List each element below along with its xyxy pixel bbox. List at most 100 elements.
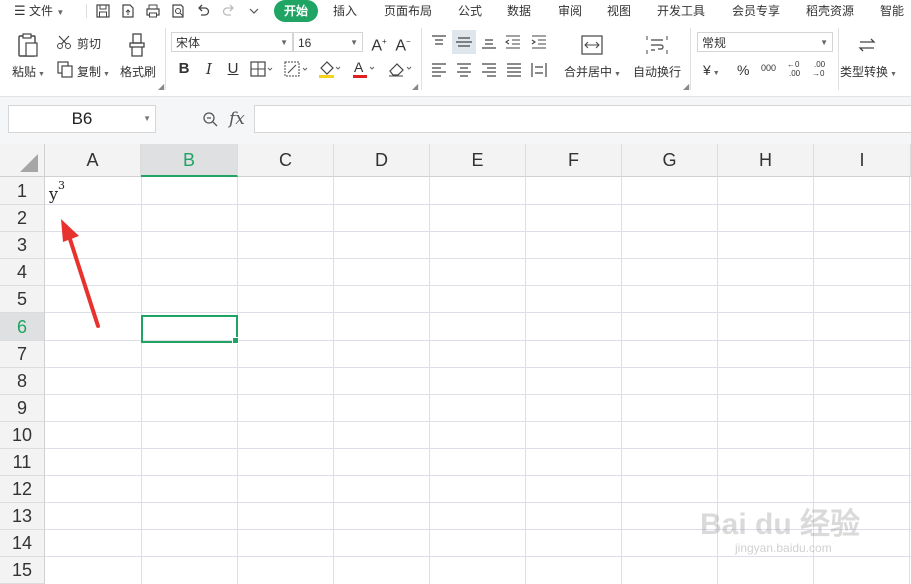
active-cell-b6[interactable] <box>141 315 239 344</box>
align-bottom-icon[interactable] <box>480 34 498 50</box>
column-header-e[interactable]: E <box>430 144 526 177</box>
spreadsheet-grid[interactable]: A B C D E F G H I 1 2 3 4 5 6 7 8 9 10 1… <box>0 144 911 584</box>
row-header-4[interactable]: 4 <box>0 259 45 286</box>
wrap-text-button[interactable]: 自动换行 <box>633 63 681 80</box>
row-header-13[interactable]: 13 <box>0 503 45 530</box>
font-size-select[interactable]: 16 ▼ <box>293 32 363 52</box>
align-top-icon[interactable] <box>430 34 448 50</box>
row-header-7[interactable]: 7 <box>0 341 45 368</box>
formula-input[interactable] <box>254 105 911 133</box>
font-color-icon[interactable]: A <box>352 59 376 79</box>
fill-handle[interactable] <box>232 337 239 344</box>
percent-button[interactable]: % <box>737 62 749 78</box>
italic-icon[interactable]: I <box>200 59 218 79</box>
export-pdf-icon[interactable] <box>120 3 136 19</box>
increase-decimal-icon[interactable]: ←0.00 <box>786 59 806 79</box>
copy-label: 复制 <box>77 65 102 79</box>
row-header-1[interactable]: 1 <box>0 177 45 205</box>
underline-icon[interactable]: U <box>224 59 242 79</box>
type-convert-icon[interactable] <box>856 34 878 56</box>
copy-button[interactable]: 复制 ▼ <box>77 63 110 80</box>
save-icon[interactable] <box>95 3 111 19</box>
column-header-h[interactable]: H <box>718 144 814 177</box>
row-header-11[interactable]: 11 <box>0 449 45 476</box>
row-header-5[interactable]: 5 <box>0 286 45 313</box>
copy-icon[interactable] <box>56 60 74 78</box>
wrap-text-icon[interactable] <box>645 34 669 56</box>
redo-icon[interactable] <box>221 3 237 19</box>
column-header-f[interactable]: F <box>526 144 622 177</box>
clipboard-dialog-launcher-icon[interactable]: ◢ <box>158 82 164 91</box>
alignment-dialog-launcher-icon[interactable]: ◢ <box>683 82 689 91</box>
tab-member[interactable]: 会员专享 <box>732 0 780 22</box>
row-header-3[interactable]: 3 <box>0 232 45 259</box>
zoom-icon[interactable] <box>202 111 220 129</box>
align-right-icon[interactable] <box>480 62 498 78</box>
format-painter-icon[interactable] <box>127 32 149 58</box>
name-box[interactable]: B6 ▼ <box>8 105 156 133</box>
decrease-decimal-icon[interactable]: .00 →0 <box>811 59 831 79</box>
row-header-8[interactable]: 8 <box>0 368 45 395</box>
tab-insert[interactable]: 插入 <box>333 0 357 22</box>
tab-page-layout[interactable]: 页面布局 <box>384 0 432 22</box>
row-header-6[interactable]: 6 <box>0 313 45 341</box>
tab-review[interactable]: 审阅 <box>558 0 582 22</box>
column-header-d[interactable]: D <box>334 144 430 177</box>
cell-style-icon[interactable] <box>284 61 310 77</box>
distributed-align-icon[interactable] <box>530 62 548 78</box>
align-left-icon[interactable] <box>430 62 448 78</box>
cut-button[interactable]: 剪切 <box>77 35 101 52</box>
decrease-font-size-icon[interactable]: A− <box>394 32 412 54</box>
row-header-10[interactable]: 10 <box>0 422 45 449</box>
row-header-15[interactable]: 15 <box>0 557 45 584</box>
tab-developer[interactable]: 开发工具 <box>657 0 705 22</box>
font-name-select[interactable]: 宋体 ▼ <box>171 32 293 52</box>
customize-quick-access-icon[interactable] <box>246 3 262 19</box>
column-header-g[interactable]: G <box>622 144 718 177</box>
paste-button[interactable]: 粘贴 ▼ <box>12 63 45 80</box>
format-painter-button[interactable]: 格式刷 <box>120 63 156 80</box>
file-menu[interactable]: ☰ 文件 ▼ <box>14 0 64 22</box>
merge-center-icon[interactable] <box>580 34 604 56</box>
cell-a1[interactable]: y3 <box>49 179 65 203</box>
tab-smart[interactable]: 智能 <box>880 0 904 22</box>
thousands-separator-button[interactable]: 000 <box>761 63 776 73</box>
increase-font-size-icon[interactable]: A+ <box>370 32 388 54</box>
undo-icon[interactable] <box>195 3 211 19</box>
select-all-corner[interactable] <box>0 144 45 177</box>
justify-icon[interactable] <box>505 62 523 78</box>
column-header-a[interactable]: A <box>45 144 141 177</box>
print-preview-icon[interactable] <box>170 3 186 19</box>
fx-icon[interactable]: fx <box>229 109 245 129</box>
row-header-9[interactable]: 9 <box>0 395 45 422</box>
column-header-i[interactable]: I <box>814 144 911 177</box>
chevron-down-icon: ▼ <box>820 38 828 47</box>
currency-button[interactable]: ¥ ▼ <box>703 62 720 78</box>
clear-icon[interactable] <box>386 59 414 79</box>
number-format-select[interactable]: 常规 ▼ <box>697 32 833 52</box>
column-header-c[interactable]: C <box>238 144 334 177</box>
tab-view[interactable]: 视图 <box>607 0 631 22</box>
tab-data[interactable]: 数据 <box>507 0 531 22</box>
currency-icon: ¥ <box>703 62 711 78</box>
row-header-12[interactable]: 12 <box>0 476 45 503</box>
align-middle-icon[interactable] <box>452 30 476 54</box>
tab-home[interactable]: 开始 <box>274 0 318 22</box>
row-header-2[interactable]: 2 <box>0 205 45 232</box>
print-icon[interactable] <box>145 3 161 19</box>
paste-icon[interactable] <box>15 32 41 58</box>
merge-center-button[interactable]: 合并居中 ▼ <box>564 63 621 80</box>
type-convert-button[interactable]: 类型转换 ▼ <box>840 63 897 80</box>
align-center-icon[interactable] <box>455 62 473 78</box>
font-dialog-launcher-icon[interactable]: ◢ <box>412 82 418 91</box>
decrease-indent-icon[interactable] <box>504 34 522 50</box>
row-header-14[interactable]: 14 <box>0 530 45 557</box>
column-header-b[interactable]: B <box>141 144 238 177</box>
borders-icon[interactable] <box>250 61 274 77</box>
scissors-icon[interactable] <box>56 34 74 50</box>
bold-icon[interactable]: B <box>175 59 193 79</box>
fill-color-icon[interactable] <box>318 59 342 79</box>
tab-docer[interactable]: 稻壳资源 <box>806 0 854 22</box>
tab-formulas[interactable]: 公式 <box>458 0 482 22</box>
increase-indent-icon[interactable] <box>530 34 548 50</box>
